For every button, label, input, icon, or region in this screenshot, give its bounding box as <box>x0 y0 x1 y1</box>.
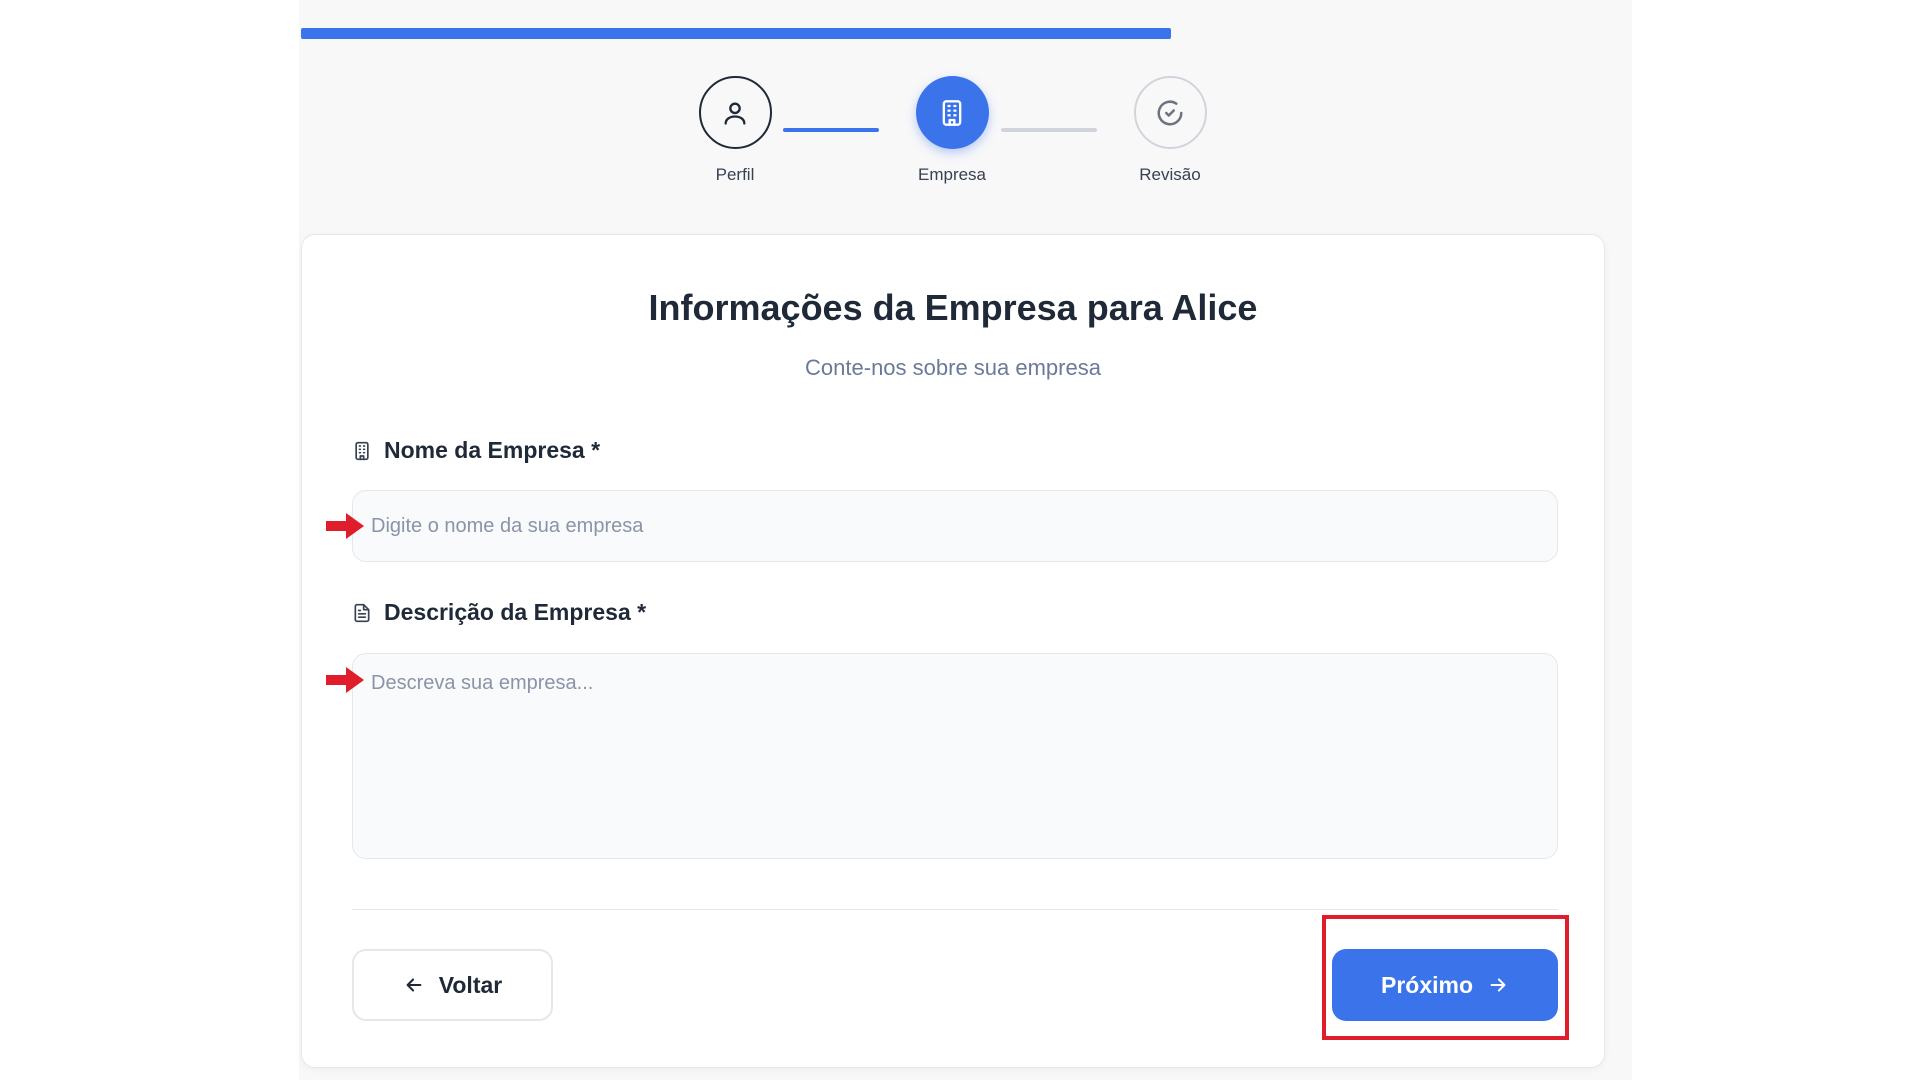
stepper: Perfil Empresa Revisão <box>299 0 1632 200</box>
company-name-input[interactable] <box>352 490 1558 562</box>
next-button-label: Próximo <box>1380 971 1474 998</box>
step-empresa[interactable]: Empresa <box>892 76 1012 185</box>
onboarding-app: Perfil Empresa Revisão Informações da Em… <box>299 0 1632 1080</box>
building-icon <box>942 99 962 126</box>
step-perfil-label: Perfil <box>715 165 755 184</box>
arrow-left-icon <box>406 978 422 992</box>
annotation-arrow-icon <box>326 667 364 693</box>
step-connector-completed <box>783 128 879 132</box>
company-description-label-text: Descrição da Empresa * <box>384 599 647 625</box>
annotation-arrow-icon <box>326 513 364 539</box>
company-description-textarea[interactable] <box>352 653 1558 859</box>
step-connector-pending <box>1001 128 1097 132</box>
step-perfil[interactable]: Perfil <box>675 76 795 185</box>
step-revisao-circle[interactable] <box>1133 76 1207 149</box>
document-icon <box>354 603 370 622</box>
back-button-label: Voltar <box>438 971 503 998</box>
user-icon <box>724 102 746 125</box>
back-button[interactable]: Voltar <box>352 949 553 1021</box>
step-revisao[interactable]: Revisão <box>1110 76 1230 185</box>
next-button[interactable]: Próximo <box>1332 949 1558 1021</box>
check-circle-icon <box>1157 100 1183 125</box>
page-title: Informações da Empresa para Alice <box>648 287 1258 328</box>
building-icon <box>355 441 369 460</box>
page-subtitle: Conte-nos sobre sua empresa <box>805 355 1101 380</box>
company-name-label-text: Nome da Empresa * <box>384 437 601 463</box>
step-perfil-circle[interactable] <box>698 76 772 149</box>
step-empresa-circle[interactable] <box>915 76 989 149</box>
company-description-label: Descrição da Empresa * <box>352 599 646 626</box>
arrow-right-icon <box>1490 978 1506 992</box>
form-divider <box>352 909 1558 910</box>
step-revisao-label: Revisão <box>1139 165 1201 184</box>
company-name-label: Nome da Empresa * <box>352 437 600 464</box>
company-info-card: Informações da Empresa para Alice Conte-… <box>301 234 1605 1068</box>
step-empresa-label: Empresa <box>917 165 987 184</box>
